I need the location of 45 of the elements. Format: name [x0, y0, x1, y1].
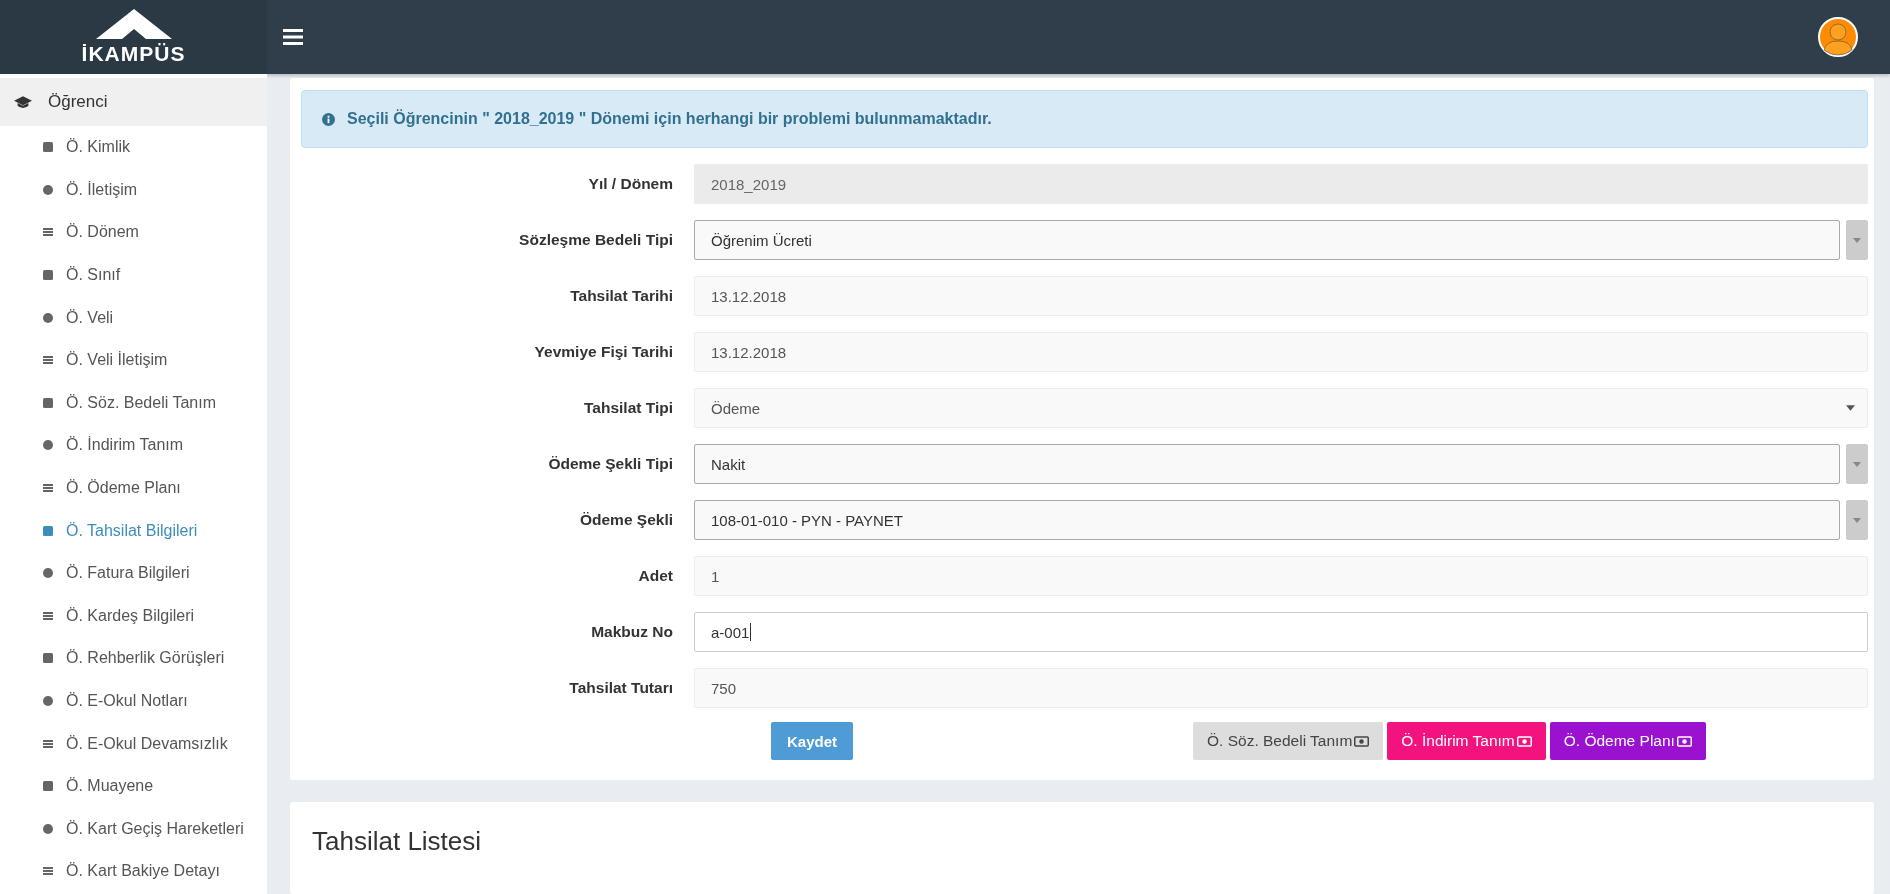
sidebar-item[interactable]: Ö. Kart Bakiye Detayı: [0, 850, 267, 893]
select-field[interactable]: Ödeme: [694, 388, 1868, 428]
input-field[interactable]: a-001: [694, 612, 1868, 652]
sidebar-item[interactable]: Ö. Rehberlik Görüşleri: [0, 637, 267, 680]
sidebar-item[interactable]: Ö. Söz. Bedeli Tanım: [0, 381, 267, 425]
field-label: Adet: [637, 567, 673, 585]
sidebar-item[interactable]: Ö. Kardeş Bilgileri: [0, 594, 267, 638]
sidebar-group[interactable]: Öğrenci: [0, 78, 267, 126]
combo-field[interactable]: Nakit: [694, 444, 1840, 484]
field-label: Makbuz No: [590, 623, 673, 641]
combo-field[interactable]: Öğrenim Ücreti: [694, 220, 1840, 260]
link-button[interactable]: Ö. İndirim Tanım: [1387, 722, 1546, 760]
link-button[interactable]: Ö. Ödeme Planı: [1549, 722, 1706, 760]
combo-field[interactable]: 108-01-010 - PYN - PAYNET: [694, 500, 1840, 540]
sidebar-item[interactable]: Ö. Veli: [0, 296, 267, 339]
logo-text: İKAMPÜS: [81, 43, 186, 65]
input-field: 13.12.2018: [694, 332, 1868, 372]
sidebar-item[interactable]: Ö. E-Okul Notları: [0, 679, 267, 723]
input-field: 1: [694, 556, 1868, 596]
sidebar-item[interactable]: Ö. Veli İletişim: [0, 338, 267, 382]
input-field: 13.12.2018: [694, 276, 1868, 316]
field-label: Tahsilat Tipi: [583, 399, 673, 417]
input-field: 750: [694, 668, 1868, 708]
field-label: Yıl / Dönem: [587, 175, 673, 193]
field-label: Yevmiye Fişi Tarihi: [533, 343, 673, 361]
sidebar-item[interactable]: Ö. Muayene: [0, 764, 267, 808]
sidebar-item[interactable]: Ö. Kimlik: [0, 126, 267, 169]
field-label: Tahsilat Tutarı: [568, 679, 673, 697]
field-label: Ödeme Şekli: [578, 511, 673, 529]
field-label: Tahsilat Tarihi: [569, 287, 673, 305]
sidebar-item[interactable]: Ö. Fatura Bilgileri: [0, 551, 267, 595]
alert-message: Seçili Öğrencinin " 2018_2019 " Dönemi için herhangi bir problemi bulunmamaktadır.: [347, 110, 992, 128]
sidebar-item[interactable]: Ö. Ödeme Planı: [0, 466, 267, 510]
sidebar-item[interactable]: Ö. Tahsilat Bilgileri: [0, 509, 267, 552]
field-label: Sözleşme Bedeli Tipi: [518, 231, 673, 249]
field-label: Ödeme Şekli Tipi: [547, 455, 673, 473]
sidebar-item[interactable]: Ö. İletişim: [0, 168, 267, 212]
sidebar-item[interactable]: Ö. İndirim Tanım: [0, 424, 267, 467]
sidebar-item[interactable]: Ö. Sınıf: [0, 253, 267, 297]
card-title: Tahsilat Listesi: [312, 826, 483, 857]
sidebar-item[interactable]: Ö. E-Okul Devamsızlık: [0, 722, 267, 765]
link-button[interactable]: Ö. Söz. Bedeli Tanım: [1193, 722, 1384, 760]
input-field: 2018_2019: [694, 164, 1868, 204]
sidebar-item[interactable]: Ö. Kart Geçiş Hareketleri: [0, 807, 267, 851]
sidebar-item[interactable]: Ö. Dönem: [0, 211, 267, 254]
